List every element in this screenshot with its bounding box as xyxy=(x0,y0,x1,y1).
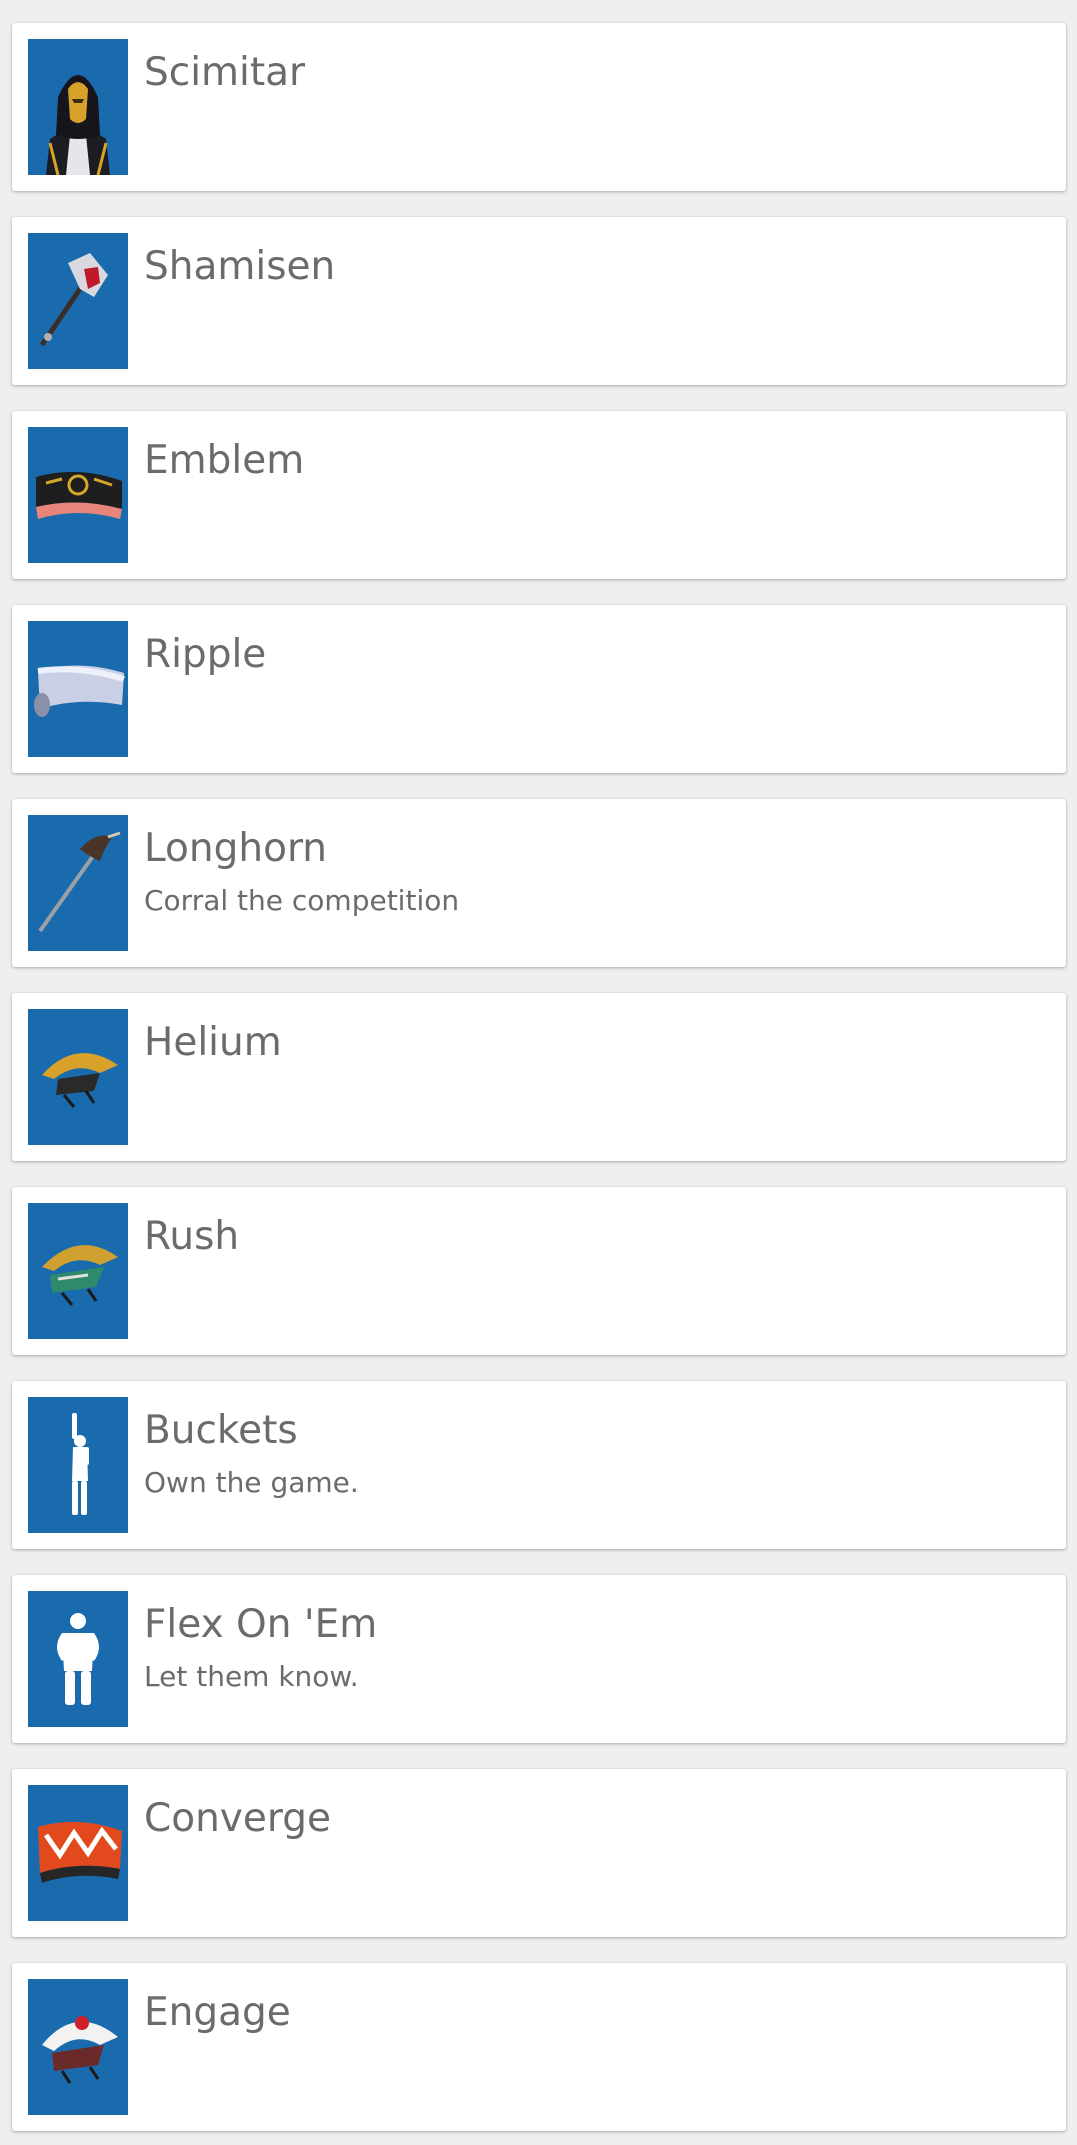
list-item[interactable]: Longhorn Corral the competition xyxy=(12,799,1066,967)
wrap-icon xyxy=(34,665,125,717)
list-item[interactable]: Flex On 'Em Let them know. xyxy=(12,1575,1066,1743)
item-description: Own the game. xyxy=(144,1466,359,1499)
list-item[interactable]: Shamisen xyxy=(12,217,1066,385)
item-name: Flex On 'Em xyxy=(144,1602,378,1647)
list-item[interactable]: Ripple xyxy=(12,605,1066,773)
list-item[interactable]: Converge xyxy=(12,1769,1066,1937)
cosmetics-list: Scimitar Shamisen Emblem Ripple Longhorn… xyxy=(0,0,1077,2145)
item-thumbnail xyxy=(28,1009,128,1145)
item-name: Rush xyxy=(144,1214,240,1259)
item-thumbnail xyxy=(28,427,128,563)
pickaxe-icon xyxy=(39,253,108,347)
item-thumbnail xyxy=(28,1785,128,1921)
item-name: Buckets xyxy=(144,1408,298,1453)
item-name: Ripple xyxy=(144,632,267,677)
list-item[interactable]: Buckets Own the game. xyxy=(12,1381,1066,1549)
glider-icon xyxy=(42,1053,118,1108)
item-thumbnail xyxy=(28,233,128,369)
glider-icon xyxy=(42,2016,118,2084)
item-name: Engage xyxy=(144,1990,291,2035)
hooded-outfit-icon xyxy=(46,75,110,175)
item-thumbnail xyxy=(28,1203,128,1339)
item-name: Helium xyxy=(144,1020,282,1065)
item-thumbnail xyxy=(28,1591,128,1727)
item-name: Shamisen xyxy=(144,244,336,289)
item-thumbnail xyxy=(28,39,128,175)
item-thumbnail xyxy=(28,1397,128,1533)
wrap-icon xyxy=(38,1821,122,1883)
emote-silhouette-icon xyxy=(72,1413,89,1515)
item-name: Converge xyxy=(144,1796,331,1841)
wrap-icon xyxy=(36,471,122,519)
item-name: Emblem xyxy=(144,438,305,483)
list-item[interactable]: Helium xyxy=(12,993,1066,1161)
item-name: Scimitar xyxy=(144,50,306,95)
item-name: Longhorn xyxy=(144,826,328,871)
item-thumbnail xyxy=(28,1979,128,2115)
item-description: Let them know. xyxy=(144,1660,359,1693)
list-item[interactable]: Scimitar xyxy=(12,23,1066,191)
emote-silhouette-icon xyxy=(57,1613,99,1705)
list-item[interactable]: Engage xyxy=(12,1963,1066,2131)
item-description: Corral the competition xyxy=(144,884,460,917)
item-thumbnail xyxy=(28,621,128,757)
list-item[interactable]: Emblem xyxy=(12,411,1066,579)
glider-icon xyxy=(42,1245,118,1306)
item-thumbnail xyxy=(28,815,128,951)
list-item[interactable]: Rush xyxy=(12,1187,1066,1355)
pickaxe-icon xyxy=(38,831,121,933)
